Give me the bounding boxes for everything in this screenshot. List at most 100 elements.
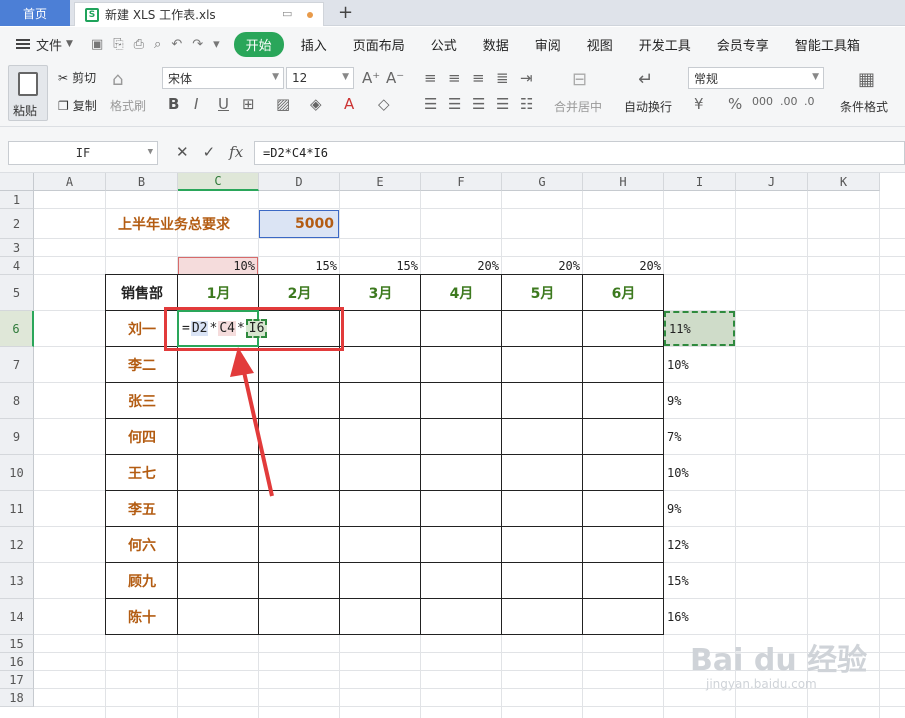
monitor-icon[interactable]: ▭	[282, 7, 292, 20]
copy-button[interactable]: ❐ 复制	[58, 97, 97, 114]
percent-cell-f4[interactable]: 20%	[421, 257, 501, 275]
formula-input[interactable]: =D2*C4*I6	[254, 141, 905, 165]
column-header-f[interactable]: F	[421, 173, 502, 191]
font-color-icon[interactable]: A	[344, 95, 354, 113]
border-icon[interactable]: ⊞	[242, 95, 255, 113]
currency-icon[interactable]: ¥	[694, 95, 704, 113]
column-header-j[interactable]: J	[736, 173, 808, 191]
name-cell[interactable]: 何四	[106, 419, 178, 455]
column-header-g[interactable]: G	[502, 173, 583, 191]
select-all-corner[interactable]	[0, 173, 34, 191]
rate-cell-i10[interactable]: 10%	[664, 455, 735, 490]
row-header-14[interactable]: 14	[0, 599, 34, 635]
column-header-i[interactable]: I	[664, 173, 736, 191]
tab-home[interactable]: 首页	[0, 0, 70, 26]
file-menu[interactable]: 文件 ▼	[0, 35, 73, 54]
share-icon[interactable]: ⎘	[113, 37, 123, 52]
row-header-5[interactable]: 5	[0, 275, 34, 311]
print-preview-icon[interactable]: ⌕	[154, 37, 161, 52]
row-header-10[interactable]: 10	[0, 455, 34, 491]
row-header-1[interactable]: 1	[0, 191, 34, 209]
conditional-format-button[interactable]: 条件格式	[840, 98, 888, 115]
indent-icon[interactable]: ⇥	[520, 69, 533, 87]
tab-developer[interactable]: 开发工具	[626, 35, 704, 54]
orientation-icon[interactable]: ≣	[496, 69, 509, 87]
cut-button[interactable]: ✂ 剪切	[58, 69, 96, 86]
align-left-icon[interactable]: ☰	[424, 95, 437, 113]
number-format-select[interactable]: 常规 ▼	[688, 67, 824, 89]
row-header-4[interactable]: 4	[0, 257, 34, 275]
tab-start[interactable]: 开始	[233, 31, 284, 57]
column-header-c[interactable]: C	[178, 173, 259, 191]
tab-smart-tools[interactable]: 智能工具箱	[782, 35, 873, 54]
percent-cell-d4[interactable]: 15%	[259, 257, 339, 275]
decrease-font-icon[interactable]: A⁻	[386, 69, 404, 87]
bold-icon[interactable]: B	[168, 95, 179, 113]
paste-button[interactable]: 粘贴	[8, 65, 48, 121]
row-header-18[interactable]: 18	[0, 689, 34, 707]
row-header-15[interactable]: 15	[0, 635, 34, 653]
rate-cell-i6[interactable]: 11%	[664, 311, 735, 346]
name-cell[interactable]: 顾九	[106, 563, 178, 599]
font-size-select[interactable]: 12 ▼	[286, 67, 354, 89]
rate-cell-i12[interactable]: 12%	[664, 527, 735, 562]
name-cell[interactable]: 陈十	[106, 599, 178, 635]
undo-icon[interactable]: ↶	[171, 37, 182, 52]
tab-member[interactable]: 会员专享	[704, 35, 782, 54]
rate-cell-i14[interactable]: 16%	[664, 599, 735, 634]
column-header-e[interactable]: E	[340, 173, 421, 191]
tab-insert[interactable]: 插入	[288, 35, 340, 54]
tab-view[interactable]: 视图	[574, 35, 626, 54]
percent-cell-h4[interactable]: 20%	[583, 257, 663, 275]
name-cell[interactable]: 李二	[106, 347, 178, 383]
rate-cell-i8[interactable]: 9%	[664, 383, 735, 418]
italic-icon[interactable]: I	[194, 95, 198, 113]
column-header-h[interactable]: H	[583, 173, 664, 191]
row-header-6[interactable]: 6	[0, 311, 34, 347]
percent-cell-e4[interactable]: 15%	[340, 257, 420, 275]
wrap-text-button[interactable]: 自动换行	[624, 98, 672, 115]
fill-color-icon[interactable]: ◈	[310, 95, 322, 113]
row-header-11[interactable]: 11	[0, 491, 34, 527]
name-cell[interactable]: 何六	[106, 527, 178, 563]
rate-cell-i9[interactable]: 7%	[664, 419, 735, 454]
format-painter-button[interactable]: 格式刷	[110, 97, 146, 114]
tab-formulas[interactable]: 公式	[418, 35, 470, 54]
row-header-3[interactable]: 3	[0, 239, 34, 257]
percent-cell-c4[interactable]: 10%	[178, 257, 258, 275]
redo-icon[interactable]: ↷	[192, 37, 203, 52]
underline-icon[interactable]: U	[218, 95, 229, 113]
column-header-b[interactable]: B	[106, 173, 178, 191]
name-box[interactable]: IF ▼	[8, 141, 158, 165]
tab-data[interactable]: 数据	[470, 35, 522, 54]
save-icon[interactable]: ▣	[91, 37, 103, 52]
column-header-a[interactable]: A	[34, 173, 106, 191]
distribute-icon[interactable]: ☷	[520, 95, 533, 113]
function-icon[interactable]: fx	[229, 143, 243, 161]
target-cell-d2[interactable]: 5000	[259, 210, 339, 238]
merge-center-button[interactable]: 合并居中	[554, 98, 602, 115]
percent-cell-g4[interactable]: 20%	[502, 257, 582, 275]
row-header-8[interactable]: 8	[0, 383, 34, 419]
confirm-icon[interactable]: ✓	[203, 143, 216, 161]
tab-page-layout[interactable]: 页面布局	[340, 35, 418, 54]
row-header-17[interactable]: 17	[0, 671, 34, 689]
cancel-icon[interactable]: ✕	[176, 143, 189, 161]
row-header-2[interactable]: 2	[0, 209, 34, 239]
percent-icon[interactable]: %	[728, 95, 742, 113]
cell-style-icon[interactable]: ▨	[276, 95, 290, 113]
customize-icon[interactable]: ▾	[213, 37, 220, 52]
rate-cell-i7[interactable]: 10%	[664, 347, 735, 382]
tab-review[interactable]: 审阅	[522, 35, 574, 54]
align-right-icon[interactable]: ☰	[472, 95, 485, 113]
clear-icon[interactable]: ◇	[378, 95, 390, 113]
increase-font-icon[interactable]: A⁺	[362, 69, 380, 87]
new-tab-button[interactable]: +	[338, 2, 353, 23]
rate-cell-i13[interactable]: 15%	[664, 563, 735, 598]
justify-icon[interactable]: ☰	[496, 95, 509, 113]
name-cell[interactable]: 张三	[106, 383, 178, 419]
align-center-icon[interactable]: ☰	[448, 95, 461, 113]
row-header-12[interactable]: 12	[0, 527, 34, 563]
name-cell[interactable]: 李五	[106, 491, 178, 527]
thousands-icon[interactable]: 000	[752, 95, 773, 108]
